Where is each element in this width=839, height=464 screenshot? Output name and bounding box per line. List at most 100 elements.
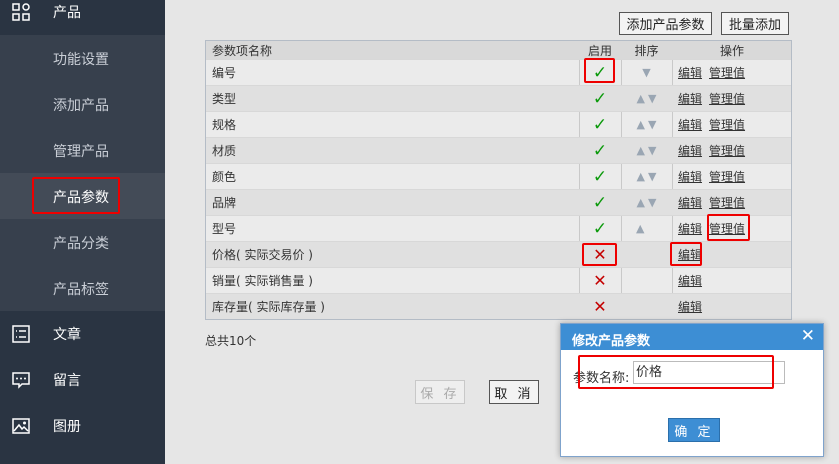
edit-link[interactable]: 编辑: [678, 142, 702, 159]
enabled-toggle[interactable]: ✕: [579, 268, 621, 293]
row-name: 价格( 实际交易价 ): [212, 248, 313, 262]
check-icon: ✓: [592, 166, 608, 187]
ops-cell: 编辑 管理值: [672, 112, 792, 137]
enabled-toggle[interactable]: ✓: [579, 190, 621, 215]
row-name: 类型: [212, 92, 237, 106]
arrow-down-icon[interactable]: ▼: [642, 66, 650, 79]
edit-link[interactable]: 编辑: [678, 220, 702, 237]
table-header: 参数项名称 启用 排序 操作: [206, 41, 791, 59]
sort-controls: ▲ ▼: [621, 164, 672, 189]
table-row: 销量( 实际销售量 ) ✕ 编辑: [206, 267, 791, 293]
edit-link[interactable]: 编辑: [678, 168, 702, 185]
row-name: 编号: [212, 66, 237, 80]
manage-values-link[interactable]: 管理值: [709, 142, 745, 159]
edit-link[interactable]: 编辑: [678, 90, 702, 107]
row-name: 材质: [212, 144, 237, 158]
table-row: 材质 ✓ ▲ ▼ 编辑 管理值: [206, 137, 791, 163]
sidebar-item-add-product[interactable]: 添加产品: [0, 81, 165, 127]
edit-link[interactable]: 编辑: [678, 272, 702, 289]
row-name: 库存量( 实际库存量 ): [212, 300, 325, 314]
arrow-down-icon[interactable]: ▼: [648, 196, 656, 209]
edit-param-dialog: 修改产品参数 ✕ 参数名称: 价格 确 定: [560, 323, 824, 457]
sidebar-section-album[interactable]: 图册: [0, 403, 165, 449]
row-name: 型号: [212, 222, 237, 236]
manage-values-link[interactable]: 管理值: [709, 64, 745, 81]
sidebar-section-article[interactable]: 文章: [0, 311, 165, 357]
cancel-button[interactable]: 取 消: [489, 380, 539, 404]
enabled-toggle[interactable]: ✓: [579, 216, 621, 241]
sort-controls: ▲: [621, 216, 672, 241]
sidebar-section-label: 文章: [53, 327, 81, 343]
dialog-header: 修改产品参数 ✕: [561, 324, 823, 350]
manage-values-link[interactable]: 管理值: [709, 116, 745, 133]
highlight-box: [670, 242, 702, 266]
sidebar-item-feature-settings[interactable]: 功能设置: [0, 35, 165, 81]
close-icon[interactable]: ✕: [801, 326, 815, 346]
header-ops: 操作: [719, 43, 744, 58]
enabled-toggle[interactable]: ✕: [579, 294, 621, 319]
sidebar-item-label: 功能设置: [53, 52, 109, 68]
arrow-down-icon[interactable]: ▼: [648, 170, 656, 183]
arrow-up-icon[interactable]: ▲: [637, 170, 645, 183]
arrow-down-icon[interactable]: ▼: [648, 92, 656, 105]
sidebar-section-label: 产品: [53, 5, 81, 21]
table-row: 库存量( 实际库存量 ) ✕ 编辑: [206, 293, 791, 319]
sidebar-section-product[interactable]: 产品: [0, 0, 165, 35]
save-button[interactable]: 保 存: [415, 380, 465, 404]
sidebar-section-message[interactable]: 留言: [0, 357, 165, 403]
ok-button[interactable]: 确 定: [668, 418, 720, 442]
enabled-toggle[interactable]: ✓: [579, 112, 621, 137]
header-name: 参数项名称: [212, 43, 273, 58]
table-row: 价格( 实际交易价 ) ✕ 编辑: [206, 241, 791, 267]
cross-icon: ✕: [593, 297, 607, 316]
arrow-down-icon[interactable]: ▼: [648, 118, 656, 131]
sidebar-section-label: 图册: [53, 419, 81, 435]
ops-cell: 编辑 管理值: [672, 138, 792, 163]
check-icon: ✓: [592, 192, 608, 213]
batch-add-button[interactable]: 批量添加: [721, 12, 789, 35]
check-icon: ✓: [592, 88, 608, 109]
enabled-toggle[interactable]: ✓: [579, 164, 621, 189]
edit-link[interactable]: 编辑: [678, 194, 702, 211]
table-row: 颜色 ✓ ▲ ▼ 编辑 管理值: [206, 163, 791, 189]
sidebar-item-product-tags[interactable]: 产品标签: [0, 265, 165, 311]
image-icon: [11, 416, 31, 436]
manage-values-link[interactable]: 管理值: [709, 90, 745, 107]
sidebar-item-manage-product[interactable]: 管理产品: [0, 127, 165, 173]
arrow-up-icon[interactable]: ▲: [637, 196, 645, 209]
sort-controls: ▲ ▼: [621, 190, 672, 215]
sidebar-item-product-category[interactable]: 产品分类: [0, 219, 165, 265]
ops-cell: 编辑: [672, 294, 792, 319]
check-icon: ✓: [592, 140, 608, 161]
edit-link[interactable]: 编辑: [678, 298, 702, 315]
row-name: 规格: [212, 118, 237, 132]
table-row: 编号 ✓ ▼ 编辑 管理值: [206, 59, 791, 85]
edit-link[interactable]: 编辑: [678, 116, 702, 133]
manage-values-link[interactable]: 管理值: [709, 194, 745, 211]
header-sort: 排序: [634, 43, 659, 58]
grid-icon: [11, 2, 31, 22]
sort-controls: ▲ ▼: [621, 138, 672, 163]
params-table: 参数项名称 启用 排序 操作 编号 ✓ ▼ 编辑 管理值 类型 ✓ ▲ ▼ 编辑 管理…: [205, 40, 792, 320]
table-row: 规格 ✓ ▲ ▼ 编辑 管理值: [206, 111, 791, 137]
enabled-toggle[interactable]: ✓: [579, 138, 621, 163]
manage-values-link[interactable]: 管理值: [709, 168, 745, 185]
table-row: 型号 ✓ ▲ 编辑 管理值: [206, 215, 791, 241]
add-param-button[interactable]: 添加产品参数: [619, 12, 712, 35]
highlight-box: [584, 58, 615, 83]
edit-link[interactable]: 编辑: [678, 64, 702, 81]
sidebar: 产品 功能设置 添加产品 管理产品 产品参数 产品分类 产品标签 文章 留言 图…: [0, 0, 165, 464]
arrow-down-icon[interactable]: ▼: [648, 144, 656, 157]
highlight-box: [32, 177, 120, 214]
table-row: 类型 ✓ ▲ ▼ 编辑 管理值: [206, 85, 791, 111]
cross-icon: ✕: [593, 271, 607, 290]
arrow-up-icon[interactable]: ▲: [636, 222, 644, 235]
arrow-up-icon[interactable]: ▲: [637, 92, 645, 105]
header-enabled: 启用: [587, 43, 612, 58]
row-name: 品牌: [212, 196, 237, 210]
enabled-toggle[interactable]: ✓: [579, 86, 621, 111]
arrow-up-icon[interactable]: ▲: [637, 118, 645, 131]
arrow-up-icon[interactable]: ▲: [637, 144, 645, 157]
table-row: 品牌 ✓ ▲ ▼ 编辑 管理值: [206, 189, 791, 215]
row-name: 销量( 实际销售量 ): [212, 274, 313, 288]
